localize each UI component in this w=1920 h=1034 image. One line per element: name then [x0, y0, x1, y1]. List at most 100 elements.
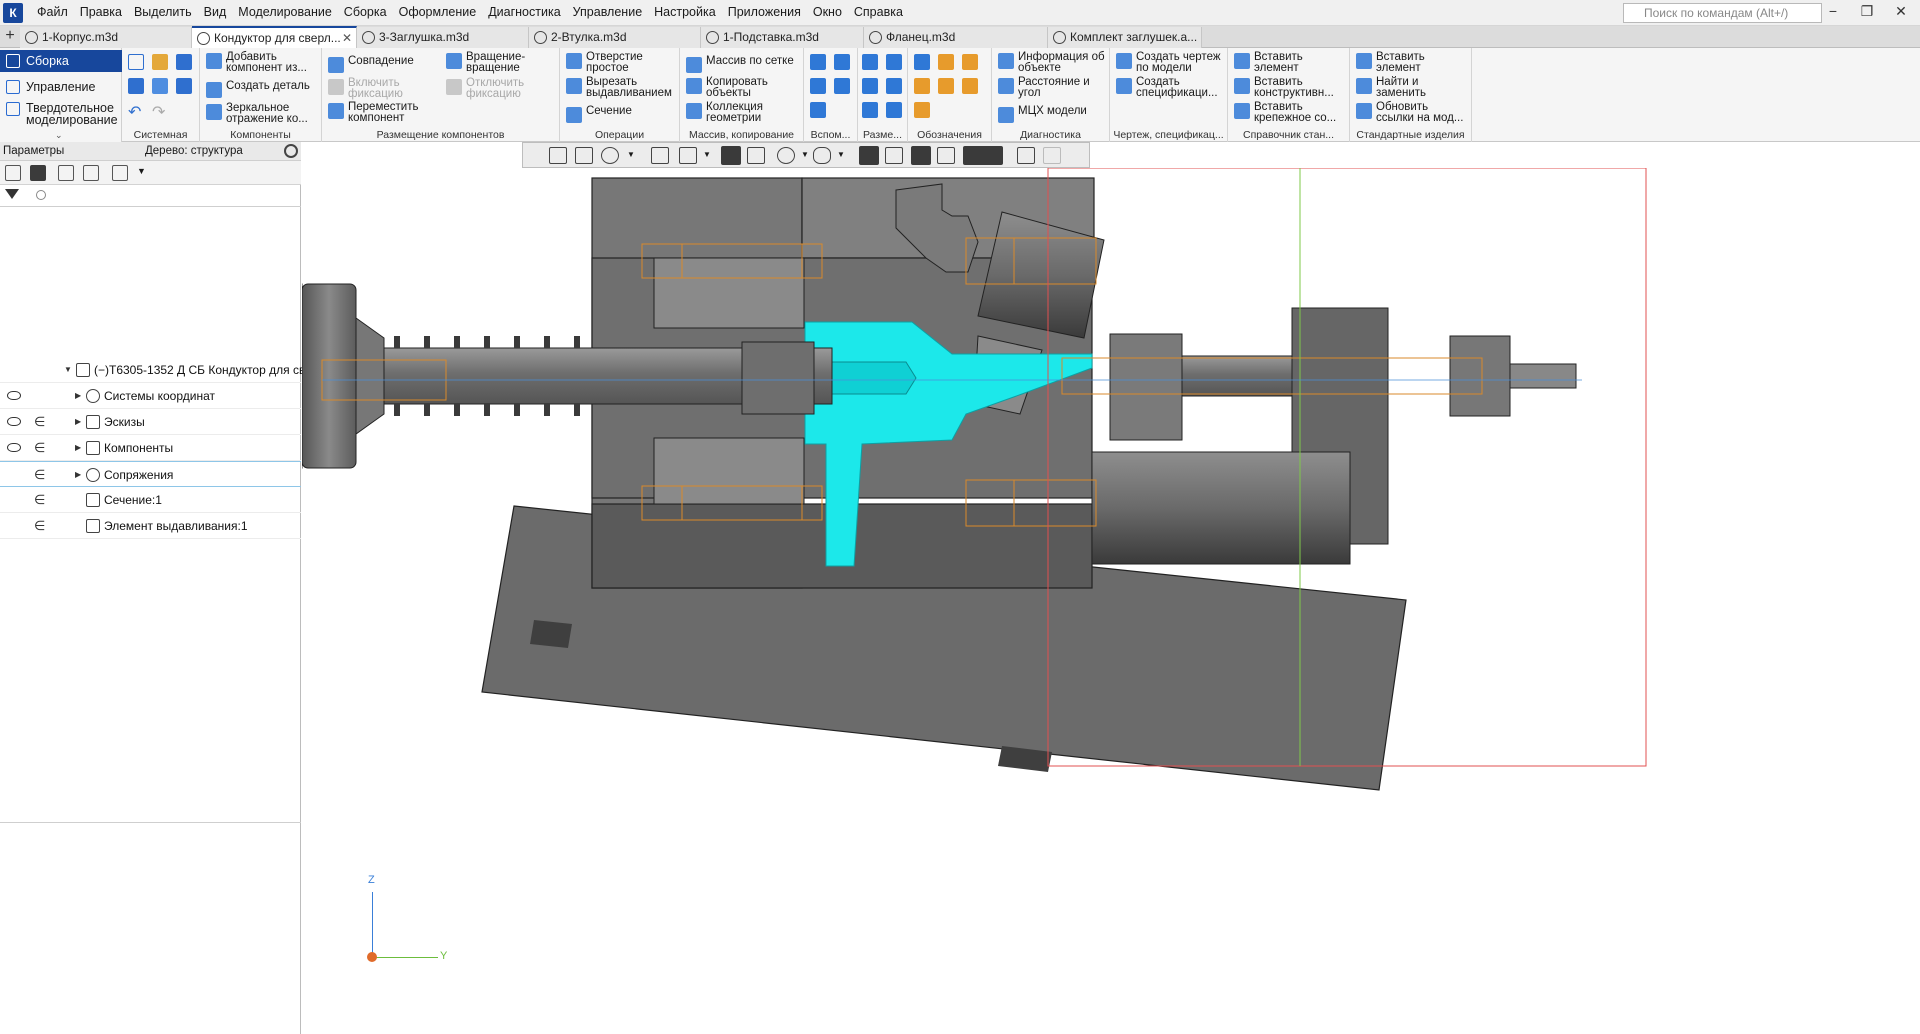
filter-icon[interactable]: [963, 146, 1003, 165]
coincidence-button[interactable]: Совпадение: [328, 55, 414, 73]
expand-arrow-icon[interactable]: ▶: [75, 462, 81, 488]
print-icon[interactable]: [128, 78, 144, 94]
insert-construct-button[interactable]: Вставить конструктивн...: [1234, 76, 1334, 99]
app-logo[interactable]: К: [3, 3, 23, 23]
geometry-collection-button[interactable]: Коллекция геометрии: [686, 101, 763, 124]
chevron-down-icon[interactable]: ▼: [703, 150, 711, 159]
chevron-down-icon[interactable]: ▼: [837, 150, 845, 159]
tolerance-icon[interactable]: [914, 78, 930, 94]
tab-document[interactable]: 2-Втулка.m3d: [529, 27, 701, 48]
expand-arrow-icon[interactable]: ▶: [75, 383, 81, 409]
menu-formatting[interactable]: Оформление: [393, 5, 483, 19]
tree-row-section[interactable]: ∈ Сечение:1: [0, 487, 301, 513]
new-tab-button[interactable]: +: [0, 26, 20, 48]
menu-select[interactable]: Выделить: [128, 5, 198, 19]
components-view-icon[interactable]: [58, 165, 74, 181]
chain-dim-icon[interactable]: [886, 102, 902, 118]
eye-icon[interactable]: [7, 417, 21, 426]
tree-row-sketches[interactable]: ∈ ▶ Эскизы: [0, 409, 301, 435]
tab-document[interactable]: 1-Корпус.m3d: [20, 27, 192, 48]
open-folder-icon[interactable]: [152, 54, 168, 70]
mirror-component-button[interactable]: Зеркальное отражение ко...: [206, 102, 308, 125]
tab-document[interactable]: Фланец.m3d: [864, 27, 1048, 48]
update-links-button[interactable]: Обновить ссылки на мод...: [1356, 101, 1463, 124]
menu-diagnostics[interactable]: Диагностика: [482, 5, 566, 19]
mode-assembly[interactable]: Сборка: [0, 50, 122, 72]
structure-view-icon[interactable]: [30, 165, 46, 181]
tab-document[interactable]: Комплект заглушек.а...: [1048, 27, 1202, 48]
menu-file[interactable]: Файл: [31, 5, 74, 19]
chevron-down-icon[interactable]: ▼: [627, 150, 635, 159]
chevron-down-icon[interactable]: ▼: [137, 166, 146, 176]
mode-solid-modeling[interactable]: Твердотельное моделирование: [0, 98, 122, 132]
mass-properties-button[interactable]: МЦХ модели: [998, 105, 1087, 123]
grid-array-button[interactable]: Массив по сетке: [686, 55, 794, 73]
axis-icon[interactable]: [834, 54, 850, 70]
position-icon[interactable]: [914, 102, 930, 118]
pan-icon[interactable]: [651, 147, 669, 164]
hole-simple-button[interactable]: Отверстие простое: [566, 51, 643, 74]
enable-fix-button[interactable]: Включить фиксацию: [328, 77, 403, 100]
diameter-dim-icon[interactable]: [886, 78, 902, 94]
options-icon[interactable]: [112, 165, 128, 181]
disable-fix-button[interactable]: Отключить фиксацию: [446, 77, 524, 100]
menu-management[interactable]: Управление: [567, 5, 649, 19]
tree-row-extrude[interactable]: ∈ Элемент выдавливания:1: [0, 513, 301, 539]
save-all-icon[interactable]: [176, 78, 192, 94]
clip-icon[interactable]: [911, 146, 931, 165]
cut-extrude-button[interactable]: Вырезать выдавливанием: [566, 76, 672, 99]
restore-icon[interactable]: ❐: [1856, 3, 1878, 20]
expand-modes-icon[interactable]: ⌄: [55, 130, 63, 141]
insert-standard-button[interactable]: Вставить элемент: [1356, 51, 1425, 74]
minimize-icon[interactable]: −: [1822, 3, 1844, 20]
exclude-icon[interactable]: ∈: [34, 462, 45, 488]
expand-arrow-icon[interactable]: ▶: [75, 409, 81, 435]
rotate-icon[interactable]: [679, 147, 697, 164]
wireframe-view-icon[interactable]: [747, 147, 765, 164]
save-icon[interactable]: [176, 54, 192, 70]
panel-splitter[interactable]: [0, 822, 301, 823]
model-viewport[interactable]: Z Y: [302, 168, 1920, 1034]
measure-icon[interactable]: [1017, 147, 1035, 164]
section-view-icon[interactable]: [859, 146, 879, 165]
menu-settings[interactable]: Настройка: [648, 5, 722, 19]
section-button[interactable]: Сечение: [566, 105, 632, 123]
tab-parameters[interactable]: Параметры: [3, 145, 64, 157]
insert-fastener-button[interactable]: Вставить крепежное со...: [1234, 101, 1336, 124]
menu-window[interactable]: Окно: [807, 5, 848, 19]
menu-view[interactable]: Вид: [198, 5, 233, 19]
mode-management[interactable]: Управление: [0, 76, 122, 98]
insert-element-button[interactable]: Вставить элемент: [1234, 51, 1303, 74]
command-search-input[interactable]: Поиск по командам (Alt+/): [1623, 3, 1822, 23]
section-plane-icon[interactable]: [885, 147, 903, 164]
point-icon[interactable]: [810, 78, 826, 94]
menu-modeling[interactable]: Моделирование: [232, 5, 338, 19]
tab-document-active[interactable]: Кондуктор для сверл... ✕: [192, 26, 357, 48]
distance-angle-button[interactable]: Расстояние и угол: [998, 76, 1090, 99]
tree-view-icon[interactable]: [5, 165, 21, 181]
base-icon[interactable]: [962, 54, 978, 70]
weld-icon[interactable]: [962, 78, 978, 94]
menu-assembly[interactable]: Сборка: [338, 5, 393, 19]
tab-tree-structure[interactable]: Дерево: структура: [145, 145, 243, 157]
tab-document[interactable]: 1-Подставка.m3d: [701, 27, 864, 48]
move-component-button[interactable]: Переместить компонент: [328, 101, 418, 124]
tree-row-coordinate-systems[interactable]: ▶ Системы координат: [0, 383, 301, 409]
undo-icon[interactable]: ↶: [128, 102, 141, 122]
tree-row-root[interactable]: ▼ (−)Т6305-1352 Д СБ Кондуктор для сверл…: [0, 357, 352, 383]
create-part-button[interactable]: Создать деталь: [206, 80, 310, 98]
display-icon[interactable]: [813, 147, 831, 164]
plane-icon[interactable]: [810, 54, 826, 70]
tree-row-components[interactable]: ∈ ▶ Компоненты: [0, 435, 301, 461]
search-icon[interactable]: [36, 190, 46, 200]
eye-icon[interactable]: [7, 391, 21, 400]
zoom-fit-icon[interactable]: [575, 147, 593, 164]
layers-icon[interactable]: [937, 147, 955, 164]
properties-icon[interactable]: [152, 78, 168, 94]
expand-arrow-icon[interactable]: ▼: [64, 357, 72, 383]
exclude-icon[interactable]: ∈: [34, 513, 45, 539]
gear-icon[interactable]: [284, 144, 298, 158]
menu-edit[interactable]: Правка: [74, 5, 128, 19]
exclude-icon[interactable]: ∈: [34, 435, 45, 461]
roughness-icon[interactable]: [938, 54, 954, 70]
